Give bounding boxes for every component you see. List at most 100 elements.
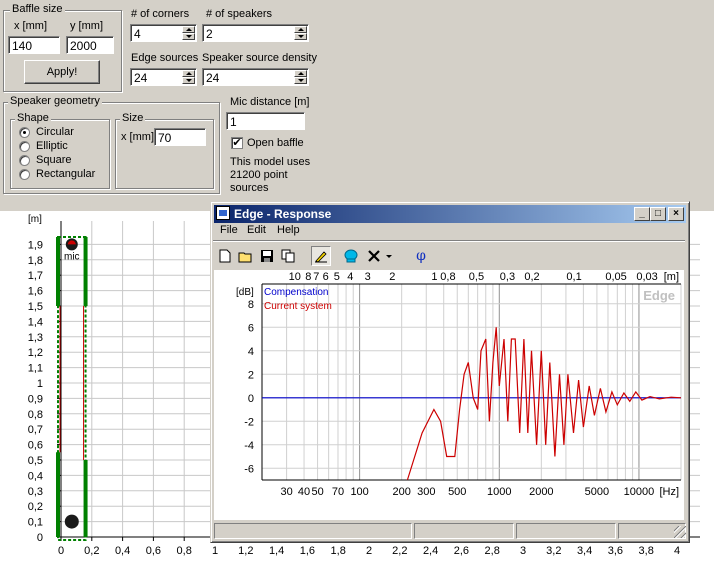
phi-icon[interactable]: φ <box>411 246 431 266</box>
x-tick-label: 0,6 <box>146 545 161 557</box>
edge-sources-stepper[interactable]: 24 <box>130 68 197 86</box>
status-panel-3 <box>516 523 616 539</box>
y-tick-label: 0,9 <box>28 393 43 405</box>
y-tick-label: 0,6 <box>28 440 43 452</box>
maximize-icon[interactable]: □ <box>650 207 666 221</box>
close-icon[interactable]: × <box>668 207 684 221</box>
paint-icon[interactable] <box>341 246 361 266</box>
x-tick-label: 2 <box>366 545 372 557</box>
size-title: Size <box>120 112 146 124</box>
x-tick-label: 5000 <box>585 486 609 498</box>
top-tick-label: 0,03 <box>636 271 657 283</box>
speaker-density-down-icon[interactable] <box>294 77 307 84</box>
corners-down-icon[interactable] <box>182 33 195 40</box>
apply-button[interactable]: Apply! <box>24 60 100 84</box>
corners-stepper[interactable]: 4 <box>130 24 197 42</box>
top-tick-label: 2 <box>389 271 395 283</box>
y-tick-label: 1 <box>37 378 43 390</box>
x-tick-label: 1,6 <box>300 545 315 557</box>
mic-distance-input[interactable]: 1 <box>226 112 305 130</box>
model-info-line2: 21200 point <box>230 169 288 181</box>
open-baffle-checkbox[interactable]: ✔ <box>231 137 243 149</box>
x-tick-label: 2000 <box>529 486 553 498</box>
top-tick-label: 6 <box>323 271 329 283</box>
corners-up-icon[interactable] <box>182 26 195 33</box>
new-icon[interactable] <box>215 246 235 266</box>
y-tick-label: -4 <box>244 440 254 452</box>
x-tick-label: 300 <box>417 486 435 498</box>
edge-sources-up-icon[interactable] <box>182 70 195 77</box>
delete-icon[interactable] <box>364 246 384 266</box>
menu-file[interactable]: File <box>220 224 238 236</box>
speaker-density-stepper[interactable]: 24 <box>202 68 309 86</box>
edge-sources-label: Edge sources <box>131 52 199 64</box>
shape-rectangular-radio[interactable] <box>19 169 30 180</box>
x-tick-label: 3,2 <box>546 545 561 557</box>
y-tick-label: 4 <box>248 346 254 358</box>
toolbar-divider <box>213 240 685 242</box>
resize-grip-icon[interactable] <box>674 526 686 538</box>
mic-label: mic <box>64 251 80 262</box>
shape-circular-label: Circular <box>36 126 74 138</box>
response-window-titlebar[interactable]: Edge - Response _ □ × <box>214 205 686 223</box>
size-x-label: x [mm] <box>121 131 154 143</box>
baffle-outline <box>57 236 87 541</box>
speakers-label: # of speakers <box>206 8 273 20</box>
shape-elliptic-radio[interactable] <box>19 141 30 152</box>
legend-entry-0: Compensation <box>264 287 328 298</box>
baffle-x-label: x [mm] <box>14 20 47 32</box>
status-panel-1 <box>214 523 412 539</box>
y-tick-label: 1,7 <box>28 270 43 282</box>
x-tick-label: 1 <box>212 545 218 557</box>
x-tick-label: 0,8 <box>177 545 192 557</box>
shape-square-label: Square <box>36 154 72 166</box>
dropdown-icon[interactable] <box>383 246 395 266</box>
x-tick-label: 0 <box>58 545 64 557</box>
y-tick-label: 1,4 <box>28 316 43 328</box>
save-icon[interactable] <box>257 246 277 266</box>
speakers-stepper[interactable]: 2 <box>202 24 309 42</box>
speakers-up-icon[interactable] <box>294 26 307 33</box>
x-tick-label: 3,6 <box>608 545 623 557</box>
model-info-line3: sources <box>230 182 269 194</box>
corners-value: 4 <box>134 27 141 41</box>
copy-icon[interactable] <box>278 246 298 266</box>
baffle-y-label: y [mm] <box>70 20 103 32</box>
status-panel-2 <box>414 523 514 539</box>
baffle-size-title: Baffle size <box>10 3 65 15</box>
shape-circular-radio[interactable] <box>19 127 30 138</box>
y-tick-label: 1,8 <box>28 255 43 267</box>
x-tick-label: 3,8 <box>639 545 654 557</box>
x-tick-label: 30 <box>280 486 292 498</box>
x-tick-label: 2,8 <box>485 545 500 557</box>
shape-title: Shape <box>15 112 51 124</box>
x-tick-label: 1,4 <box>269 545 284 557</box>
y-tick-label: 1,6 <box>28 286 43 298</box>
baffle-y-input[interactable]: 2000 <box>66 36 114 54</box>
x-tick-label: 500 <box>448 486 466 498</box>
shape-elliptic-label: Elliptic <box>36 140 68 152</box>
x-tick-label: 3 <box>520 545 526 557</box>
speakers-down-icon[interactable] <box>294 33 307 40</box>
baffle-x-input[interactable]: 140 <box>8 36 60 54</box>
speaker-density-up-icon[interactable] <box>294 70 307 77</box>
minimize-icon[interactable]: _ <box>634 207 650 221</box>
baffle-plot-unit: [m] <box>28 214 42 225</box>
menu-help[interactable]: Help <box>277 224 300 236</box>
top-tick-label: 0,5 <box>469 271 484 283</box>
open-icon[interactable] <box>236 246 256 266</box>
y-tick-label: -6 <box>244 463 254 475</box>
y-tick-label: 0,4 <box>28 470 43 482</box>
size-x-input[interactable]: 70 <box>154 128 206 146</box>
top-tick-label: 5 <box>334 271 340 283</box>
top-tick-label: 8 <box>305 271 311 283</box>
speaker-density-value: 24 <box>206 71 220 85</box>
open-baffle-label: Open baffle <box>247 137 304 149</box>
edge-sources-down-icon[interactable] <box>182 77 195 84</box>
top-axis-label: [m] <box>664 271 679 283</box>
menu-edit[interactable]: Edit <box>247 224 266 236</box>
speaker-density-label: Speaker source density <box>202 52 317 64</box>
x-tick-label: 10000 <box>624 486 655 498</box>
shape-square-radio[interactable] <box>19 155 30 166</box>
pen-icon[interactable] <box>311 246 331 266</box>
